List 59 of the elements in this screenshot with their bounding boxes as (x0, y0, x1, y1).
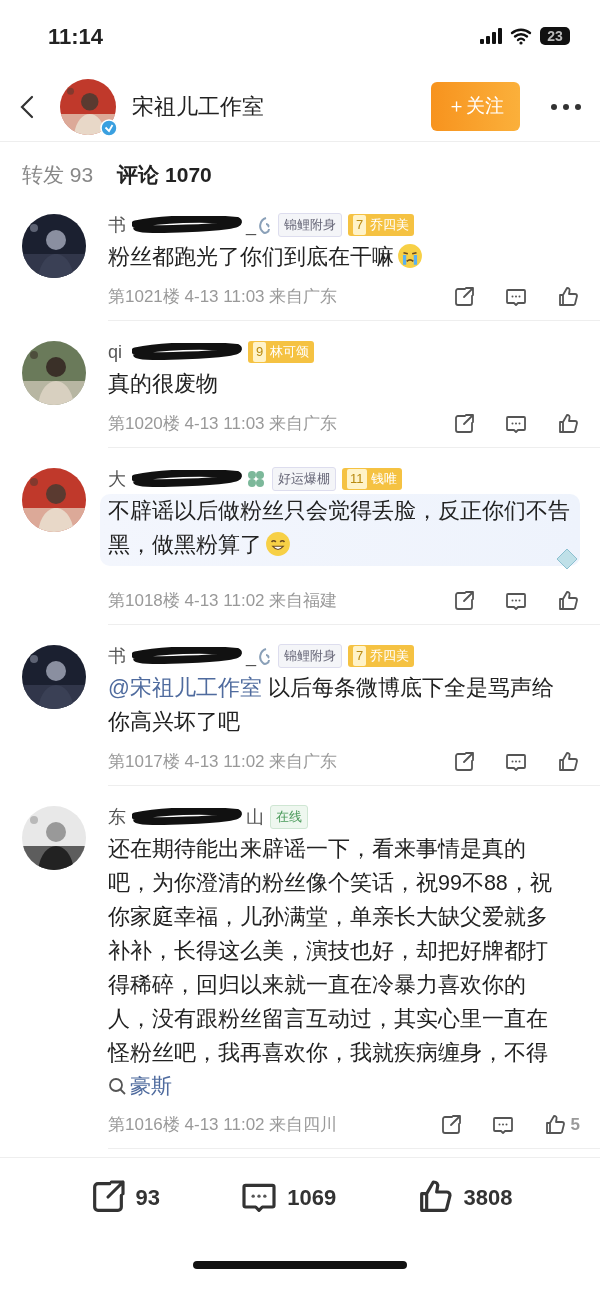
user-name[interactable]: 书 (108, 215, 126, 235)
search-icon (108, 1076, 126, 1095)
share-icon[interactable] (452, 589, 476, 613)
comment-text: 还在期待能出来辟谣一下，看来事情是真的吧，为你澄清的粉丝像个笑话，祝99不88，祝你家庭幸福，儿孙满堂，单亲长大缺父爱就多补补，长得这么美，演技也好，却把好牌都打得稀碎，回归以来就一直在冷暴力喜欢你的人，没有跟粉丝留言互动过，其实心里一直在怪粉丝吧，我再喜欢你，我就疾病缠身，不得 (108, 836, 553, 1067)
share-icon[interactable] (452, 285, 476, 309)
reposts-count: 93 (135, 1183, 161, 1212)
user-name[interactable]: _ (246, 646, 256, 666)
wifi-icon (510, 27, 532, 45)
level-label: 钱唯 (370, 470, 397, 489)
status-time: 11:14 (48, 22, 104, 51)
level-label: 乔四美 (370, 216, 410, 235)
comments-count: 1069 (287, 1183, 337, 1212)
emoji-icon (397, 243, 423, 269)
search-link[interactable]: 豪斯 (108, 1070, 172, 1102)
level-number: 9 (253, 342, 267, 362)
fan-badge: 锦鲤附身 (278, 644, 342, 668)
home-indicator[interactable] (193, 1260, 407, 1269)
diamond-icon (554, 546, 580, 572)
fan-badge: 好运爆棚 (272, 467, 336, 491)
like-icon[interactable] (556, 285, 580, 309)
clover-icon (246, 469, 266, 489)
signal-icon (480, 28, 502, 44)
comment-meta: 第1017楼 4-13 11:02 来自广东 (108, 751, 338, 774)
user-name[interactable]: 东 (108, 807, 126, 827)
like-icon[interactable] (556, 412, 580, 436)
comment-text: 粉丝都跑光了你们到底在干嘛 (108, 240, 566, 274)
like-icon[interactable] (556, 750, 580, 774)
likes-count: 3808 (463, 1183, 513, 1212)
level-label: 乔四美 (370, 647, 410, 666)
battery-icon: 23 (540, 27, 570, 45)
comment-text: 不辟谣以后做粉丝只会觉得丢脸，反正你们不告黑，做黑粉算了 (100, 494, 580, 566)
online-badge: 在线 (270, 805, 308, 829)
comment-meta: 第1016楼 4-13 11:02 来自四川 (108, 1114, 338, 1136)
like-count: 5 (570, 1114, 580, 1136)
tab[interactable]: 评论 1070 (117, 159, 212, 191)
emoji-icon (265, 531, 291, 557)
user-name[interactable]: _ (246, 215, 256, 235)
like-icon[interactable] (556, 589, 580, 613)
share-icon[interactable] (452, 750, 476, 774)
comment-text: @宋祖儿工作室 以后每条微博底下全是骂声给你高兴坏了吧 (108, 675, 555, 736)
account-name: 宋祖儿工作室 (132, 93, 264, 121)
level-number: 7 (353, 215, 367, 235)
comment-text: 真的很废物 (108, 371, 219, 398)
level-number: 11 (347, 469, 367, 489)
user-name[interactable]: 书 (108, 646, 126, 666)
fan-badge: 锦鲤附身 (278, 213, 342, 237)
tab[interactable]: 转发 93 (22, 159, 94, 191)
comment-meta: 第1021楼 4-13 11:03 来自广东 (108, 286, 338, 309)
level-number: 7 (353, 646, 367, 666)
share-icon[interactable] (452, 412, 476, 436)
back-icon[interactable] (18, 94, 36, 119)
user-name[interactable]: 山 (246, 807, 264, 827)
user-name[interactable]: 大 (108, 469, 126, 489)
comment-meta: 第1020楼 4-13 11:03 来自广东 (108, 413, 338, 436)
level-label: 林可颂 (270, 343, 310, 362)
user-name[interactable]: qi (108, 342, 122, 362)
more-icon[interactable] (550, 102, 582, 111)
comment-meta: 第1018楼 4-13 11:02 来自福建 (108, 590, 338, 613)
mention-link[interactable]: @宋祖儿工作室 (108, 676, 262, 700)
